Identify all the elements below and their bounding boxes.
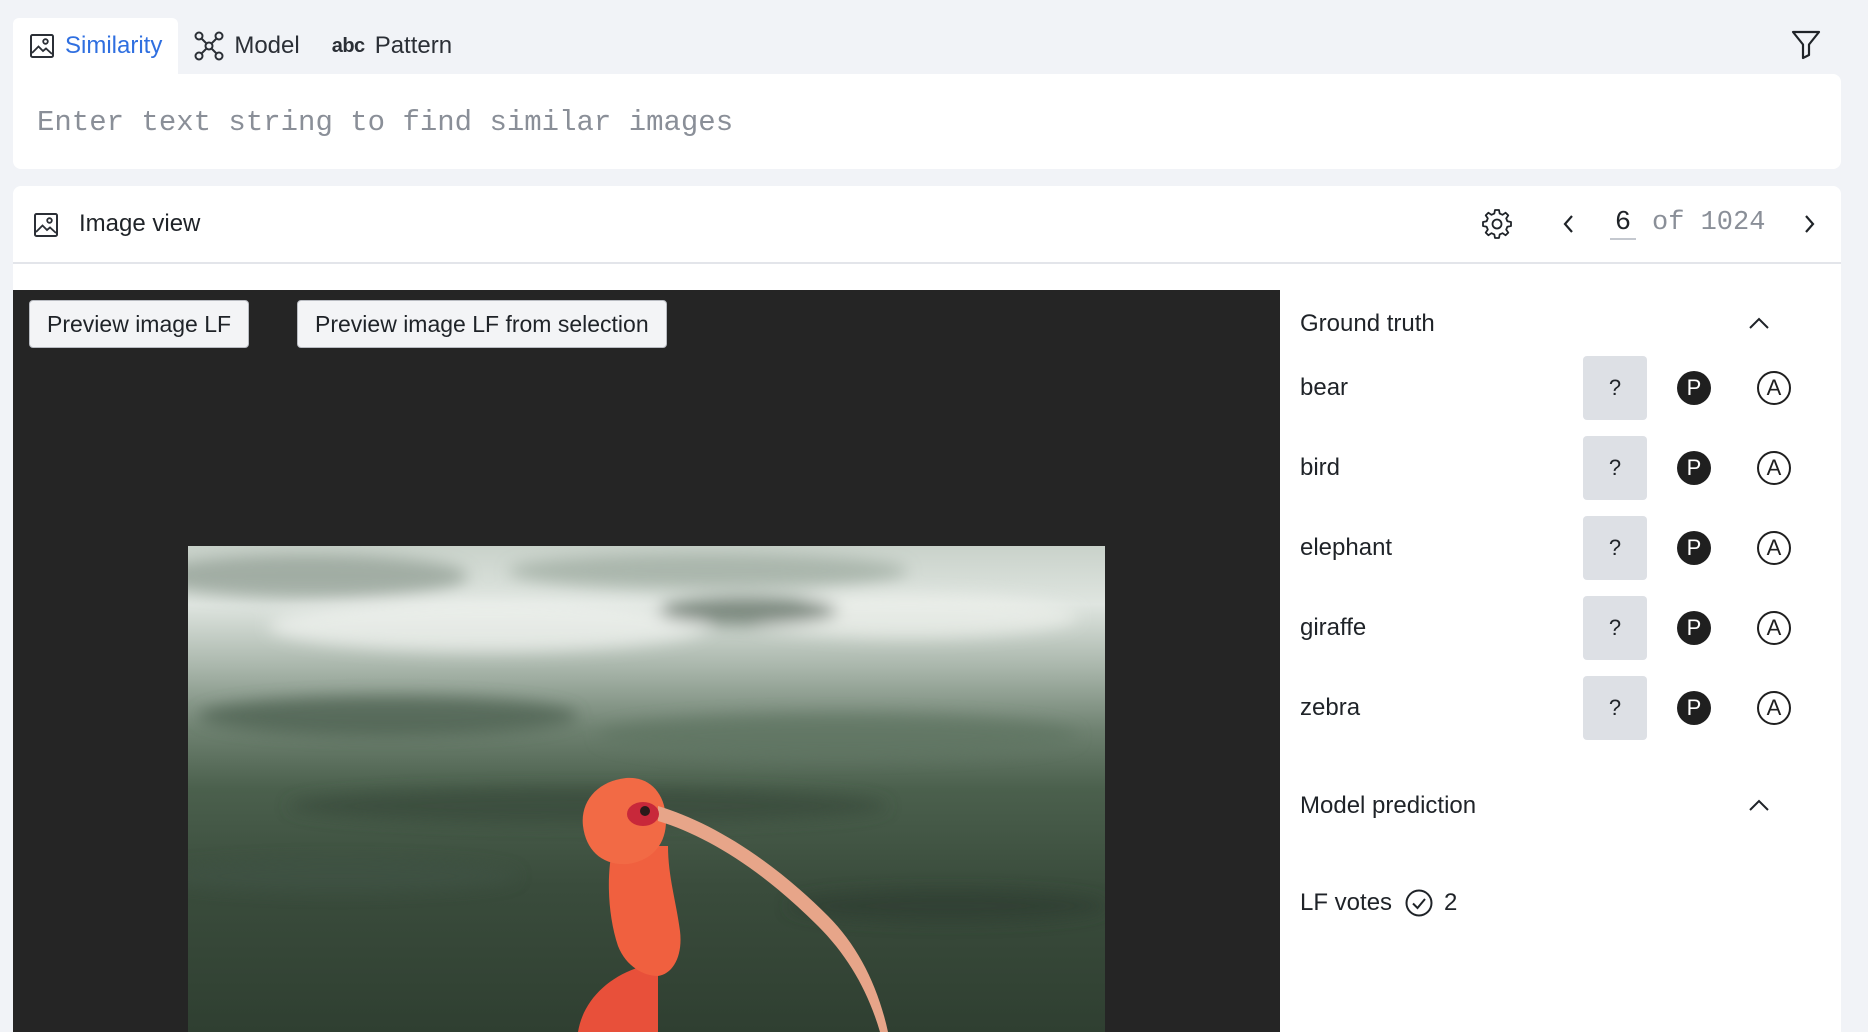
label-absent-button[interactable]: A: [1757, 451, 1791, 485]
tab-pattern-label: Pattern: [374, 32, 453, 59]
label-unknown-button[interactable]: ?: [1583, 596, 1647, 660]
page-total: of 1024: [1652, 208, 1766, 238]
filter-icon: [1791, 30, 1821, 60]
chevron-right-icon: [1805, 215, 1815, 233]
tab-similarity[interactable]: Similarity: [13, 18, 179, 74]
chevron-left-icon: [1563, 215, 1573, 233]
label-row-bird: bird ? P A: [1300, 436, 1791, 500]
image-view-title: Image view: [79, 210, 201, 237]
label-positive-button[interactable]: P: [1677, 611, 1711, 645]
label-name: elephant: [1300, 534, 1393, 561]
model-prediction-heading: Model prediction: [1300, 792, 1477, 819]
next-image-button[interactable]: [1791, 206, 1827, 242]
chevron-up-icon: [1749, 317, 1769, 329]
preview-image-lf-from-selection-button[interactable]: Preview image LF from selection: [297, 300, 667, 348]
lf-votes-label: LF votes: [1300, 889, 1393, 916]
preview-image-lf-button[interactable]: Preview image LF: [29, 300, 250, 348]
tab-model-label: Model: [234, 32, 300, 59]
label-absent-button[interactable]: A: [1757, 531, 1791, 565]
label-name: giraffe: [1300, 614, 1367, 641]
similarity-search-input[interactable]: [37, 94, 1817, 150]
chevron-up-icon: [1749, 799, 1769, 811]
label-row-bear: bear ? P A: [1300, 356, 1791, 420]
image-icon: [34, 213, 58, 237]
lf-votes: LF votes 2: [1300, 888, 1457, 918]
label-positive-button[interactable]: P: [1677, 691, 1711, 725]
label-positive-button[interactable]: P: [1677, 451, 1711, 485]
gear-icon: [1482, 209, 1512, 239]
tab-similarity-label: Similarity: [65, 32, 163, 59]
label-row-zebra: zebra ? P A: [1300, 676, 1791, 740]
label-name: bird: [1300, 454, 1341, 481]
label-name: zebra: [1300, 694, 1361, 721]
ground-truth-collapse-button[interactable]: [1744, 308, 1774, 338]
filter-button[interactable]: [1788, 26, 1824, 62]
label-positive-button[interactable]: P: [1677, 531, 1711, 565]
check-circle-icon: [1405, 889, 1433, 917]
similarity-search-panel: [13, 74, 1841, 169]
label-positive-button[interactable]: P: [1677, 371, 1711, 405]
model-prediction-collapse-button[interactable]: [1744, 790, 1774, 820]
network-icon: [194, 31, 224, 61]
previous-image-button[interactable]: [1551, 206, 1587, 242]
abc-icon: abc: [331, 34, 365, 57]
label-absent-button[interactable]: A: [1757, 611, 1791, 645]
image-canvas[interactable]: Preview image LF Preview image LF from s…: [13, 290, 1280, 1032]
label-unknown-button[interactable]: ?: [1583, 436, 1647, 500]
dataset-image: [188, 546, 1105, 1032]
image-view-header: Image view 6 of 1024: [13, 186, 1841, 264]
tab-model[interactable]: Model: [178, 18, 315, 74]
label-name: bear: [1300, 374, 1349, 401]
page-number-input[interactable]: 6: [1610, 208, 1636, 240]
tab-pattern[interactable]: abc Pattern: [316, 18, 468, 74]
search-mode-tabs: Similarity Model abc Pattern: [13, 18, 468, 74]
label-row-giraffe: giraffe ? P A: [1300, 596, 1791, 660]
label-absent-button[interactable]: A: [1757, 371, 1791, 405]
label-unknown-button[interactable]: ?: [1583, 356, 1647, 420]
label-unknown-button[interactable]: ?: [1583, 516, 1647, 580]
label-absent-button[interactable]: A: [1757, 691, 1791, 725]
pagination: 6 of 1024: [1610, 208, 1765, 240]
image-icon: [30, 34, 54, 58]
ground-truth-heading: Ground truth: [1300, 310, 1435, 337]
settings-button[interactable]: [1479, 206, 1515, 242]
label-row-elephant: elephant ? P A: [1300, 516, 1791, 580]
lf-votes-count: 2: [1444, 889, 1458, 916]
label-unknown-button[interactable]: ?: [1583, 676, 1647, 740]
